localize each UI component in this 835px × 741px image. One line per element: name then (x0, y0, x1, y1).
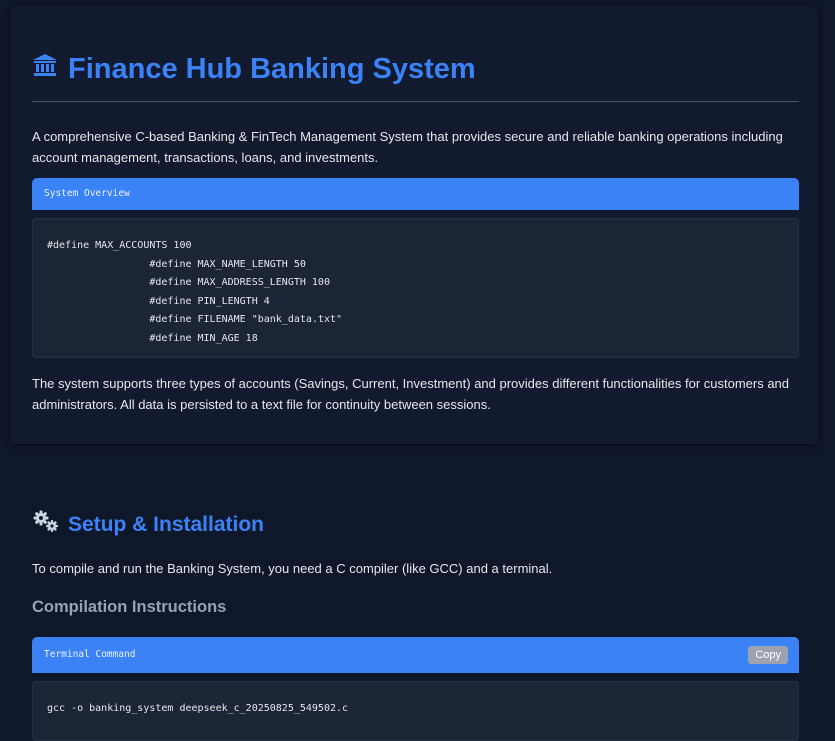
setup-title: Setup & Installation (32, 510, 264, 540)
summary-text: The system supports three types of accou… (32, 376, 790, 412)
overview-code: #define MAX_ACCOUNTS 100 #define MAX_NAM… (47, 240, 343, 344)
bank-icon (32, 52, 58, 86)
copy-button[interactable]: Copy (748, 646, 788, 664)
intro-text: A comprehensive C-based Banking & FinTec… (32, 129, 783, 165)
gears-icon (32, 510, 60, 540)
setup-title-text: Setup & Installation (68, 513, 265, 536)
setup-text: To compile and run the Banking System, y… (32, 561, 553, 576)
page-title-text: Finance Hub Banking System (68, 52, 476, 85)
page-title: Finance Hub Banking System (32, 52, 476, 86)
overview-code-block: #define MAX_ACCOUNTS 100 #define MAX_NAM… (32, 218, 799, 358)
terminal-label: Terminal Command (44, 649, 136, 660)
compilation-subtitle: Compilation Instructions (32, 598, 227, 616)
terminal-code: gcc -o banking_system deepseek_c_2025082… (47, 703, 349, 714)
terminal-header: Terminal Command Copy (32, 637, 799, 673)
terminal-code-block: gcc -o banking_system deepseek_c_2025082… (32, 681, 799, 741)
overview-label: System Overview (44, 188, 130, 199)
overview-header: System Overview (32, 178, 799, 210)
title-divider (32, 101, 799, 102)
